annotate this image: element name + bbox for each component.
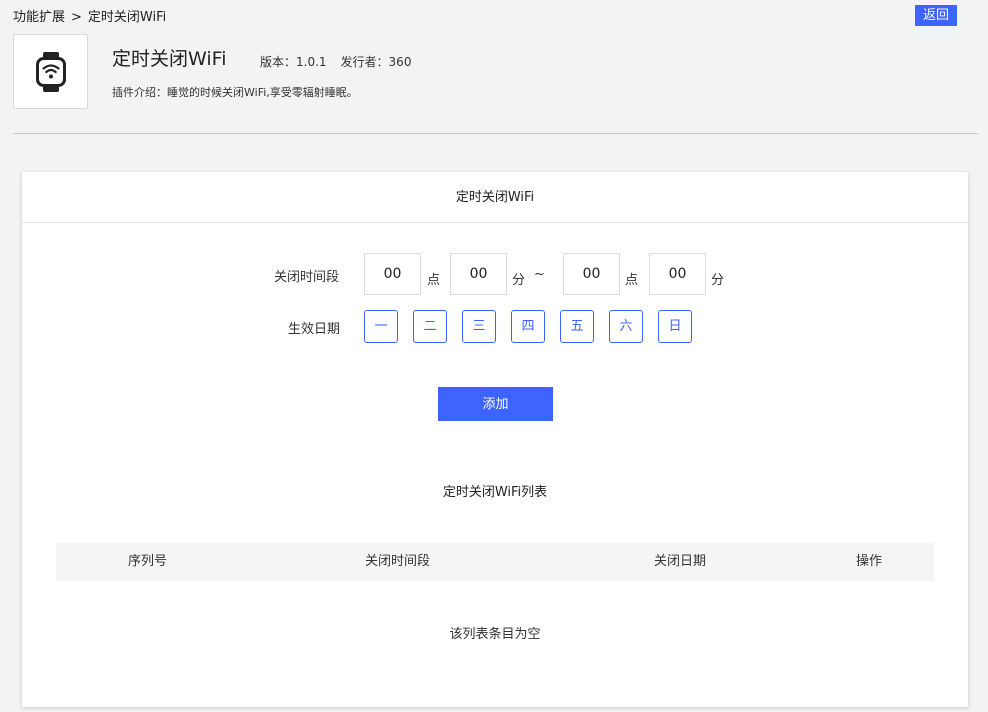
column-header-days: 关闭日期	[654, 554, 707, 569]
plugin-publisher: 发行者：360	[340, 55, 412, 69]
back-button[interactable]: 返回	[915, 5, 957, 26]
day-button-sat[interactable]: 六	[609, 310, 643, 343]
day-button-wed[interactable]: 三	[462, 310, 496, 343]
header-divider	[13, 133, 978, 134]
breadcrumb-parent-link[interactable]: 功能扩展	[13, 10, 65, 25]
start-hour-input[interactable]: 00	[364, 253, 421, 295]
end-hour-input[interactable]: 00	[563, 253, 620, 295]
empty-list-message: 该列表条目为空	[449, 627, 541, 642]
day-button-thu[interactable]: 四	[511, 310, 545, 343]
days-label: 生效日期	[288, 322, 341, 337]
start-hour-unit: 点	[427, 273, 441, 288]
list-title: 定时关闭WiFi列表	[442, 485, 548, 500]
column-header-actions: 操作	[856, 554, 883, 569]
schedule-panel: 定时关闭WiFi 关闭时间段 00 点 00 分 ~ 00 点 00 分 生效日…	[22, 172, 968, 707]
smartwatch-wifi-icon	[35, 51, 66, 92]
table-header: 序列号 关闭时间段 关闭日期 操作	[56, 543, 934, 581]
end-minute-unit: 分	[711, 273, 725, 288]
day-button-sun[interactable]: 日	[658, 310, 692, 343]
breadcrumb-separator: >	[71, 10, 82, 25]
end-minute-input[interactable]: 00	[649, 253, 706, 295]
plugin-title: 定时关闭WiFi	[112, 48, 227, 70]
panel-title: 定时关闭WiFi	[22, 172, 968, 223]
start-minute-unit: 分	[512, 273, 526, 288]
add-button[interactable]: 添加	[438, 387, 553, 421]
day-button-mon[interactable]: 一	[364, 310, 398, 343]
breadcrumb-current: 定时关闭WiFi	[87, 10, 167, 25]
end-hour-unit: 点	[625, 273, 639, 288]
breadcrumb: 功能扩展 > 定时关闭WiFi	[13, 6, 166, 25]
start-minute-input[interactable]: 00	[450, 253, 507, 295]
range-separator: ~	[534, 267, 545, 282]
day-button-tue[interactable]: 二	[413, 310, 447, 343]
plugin-meta: 版本：1.0.1 发行者：360	[260, 53, 425, 70]
day-button-fri[interactable]: 五	[560, 310, 594, 343]
column-header-period: 关闭时间段	[365, 554, 431, 569]
plugin-version: 版本：1.0.1	[260, 55, 327, 69]
plugin-description: 插件介绍：睡觉的时候关闭WiFi,享受零辐射睡眠。	[112, 86, 358, 99]
column-header-index: 序列号	[128, 554, 168, 569]
period-label: 关闭时间段	[274, 270, 340, 285]
plugin-icon-box	[13, 34, 88, 109]
